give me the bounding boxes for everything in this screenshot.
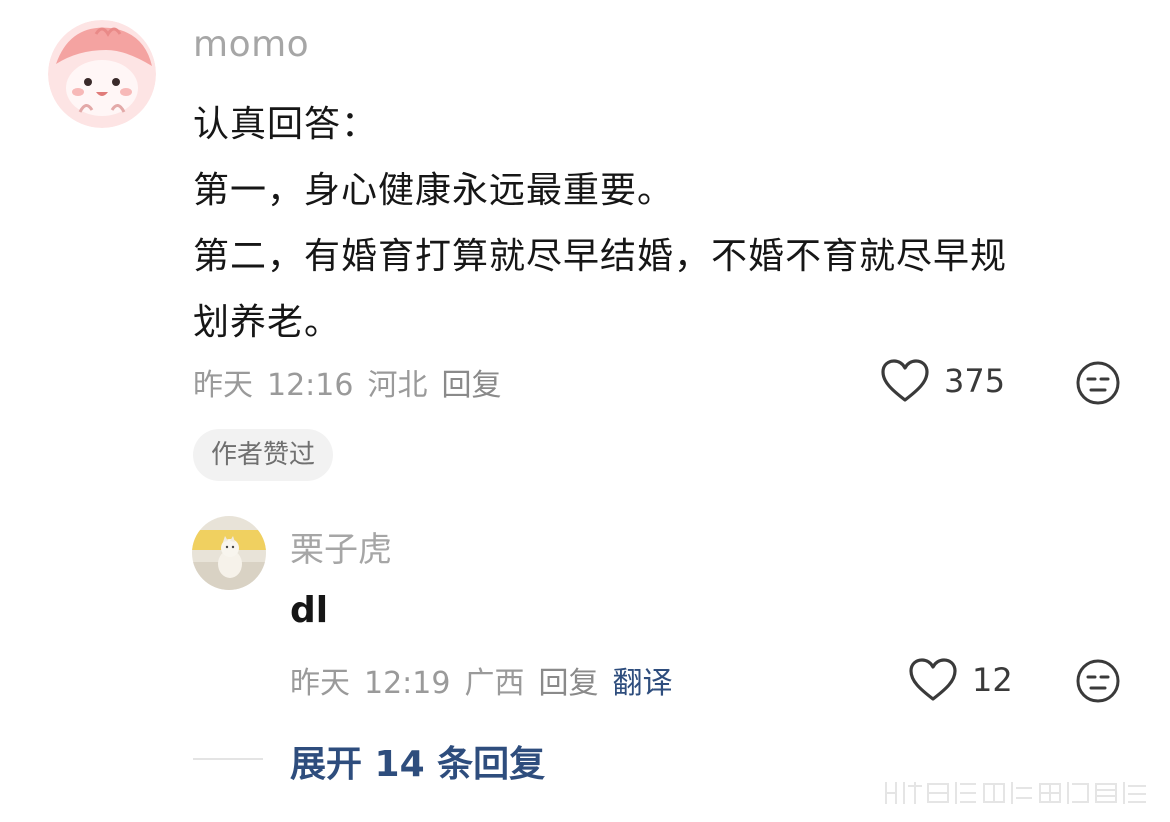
reply-like-button[interactable]: 12 (908, 657, 1013, 703)
reply-username[interactable]: 栗子虎 (290, 522, 392, 571)
comment-text-line-1: 认真回答： (193, 104, 379, 145)
heart-outline-icon (909, 658, 957, 701)
reply-dislike-button[interactable] (1075, 658, 1121, 708)
avatar-momo[interactable] (48, 20, 156, 128)
comment-like-count: 375 (944, 362, 1006, 400)
comment-date: 昨天 (193, 368, 253, 403)
reply-meta: 昨天 12:19 广西 回复 翻译 (290, 658, 672, 702)
reply-text: dl (290, 590, 329, 631)
heart-outline-icon (881, 359, 929, 402)
neutral-face-icon (1076, 659, 1120, 703)
watermark-pattern (885, 782, 1146, 804)
comment-username[interactable]: momo (193, 24, 309, 65)
comment-like-button[interactable]: 375 (880, 358, 1005, 404)
comment-dislike-button[interactable] (1075, 360, 1121, 410)
comment-reply-button[interactable]: 回复 (441, 368, 501, 403)
avatar-image (192, 516, 266, 590)
expand-replies-button[interactable]: 展开 14 条回复 (290, 735, 545, 787)
avatar-image (48, 20, 156, 128)
comment-text-line-4: 划养老。 (193, 302, 342, 343)
comment-location: 河北 (367, 368, 428, 403)
comment-time: 12:16 (267, 368, 354, 403)
avatar-lizihu[interactable] (192, 516, 266, 590)
reply-time: 12:19 (364, 666, 451, 701)
comment-meta: 昨天 12:16 河北 回复 (193, 360, 515, 404)
neutral-face-icon (1076, 361, 1120, 405)
author-liked-badge: 作者赞过 (193, 429, 334, 481)
reply-translate-button[interactable]: 翻译 (612, 666, 672, 701)
comment-text-line-2: 第一，身心健康永远最重要。 (193, 170, 675, 211)
reply-date: 昨天 (290, 666, 350, 701)
reply-like-count: 12 (972, 661, 1013, 699)
reply-reply-button[interactable]: 回复 (538, 666, 598, 701)
reply-location: 广西 (464, 666, 525, 701)
expand-divider (193, 758, 263, 760)
comment-text-line-3: 第二，有婚育打算就尽早结婚，不婚不育就尽早规 (193, 236, 1008, 277)
